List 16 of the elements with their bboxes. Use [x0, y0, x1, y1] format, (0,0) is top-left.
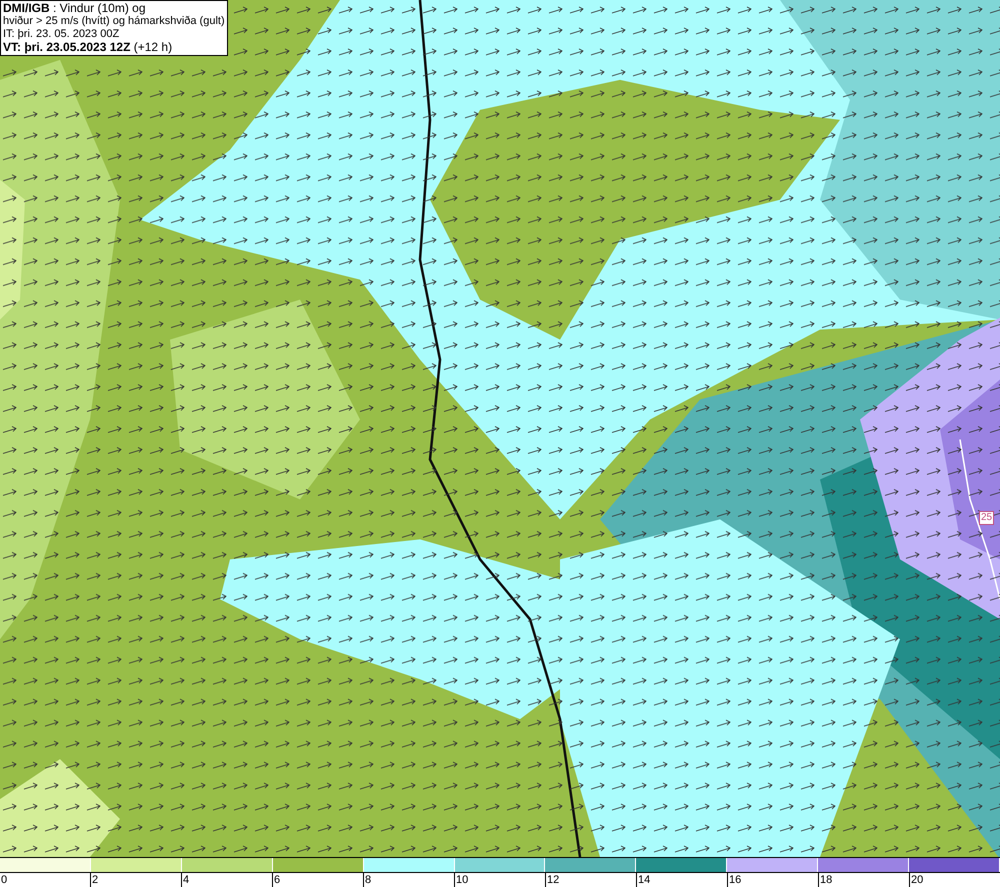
legend-label: 2 [92, 873, 98, 887]
legend-label: 20 [911, 873, 924, 887]
legend-label: 8 [365, 873, 372, 887]
title-line: IT: þri. 23. 05. 2023 00Z [3, 28, 120, 41]
title-line: hviður > 25 m/s (hvítt) og hámarkshviða (gult) [3, 15, 225, 28]
title-line: VT: þri. 23.05.2023 12Z (+12 h) [3, 41, 174, 54]
legend-label: 4 [183, 873, 190, 887]
legend-label: 6 [274, 873, 280, 887]
legend-label: 18 [820, 873, 832, 887]
legend-label: 14 [638, 873, 650, 887]
legend-label: 10 [456, 873, 468, 887]
title-line: DMI/IGB : Vindur (10m) og [3, 2, 146, 15]
road-number-label: 25 [979, 511, 994, 525]
legend-label: 16 [729, 873, 742, 887]
legend-label: 0 [1, 873, 8, 887]
legend-label: 12 [547, 873, 560, 887]
